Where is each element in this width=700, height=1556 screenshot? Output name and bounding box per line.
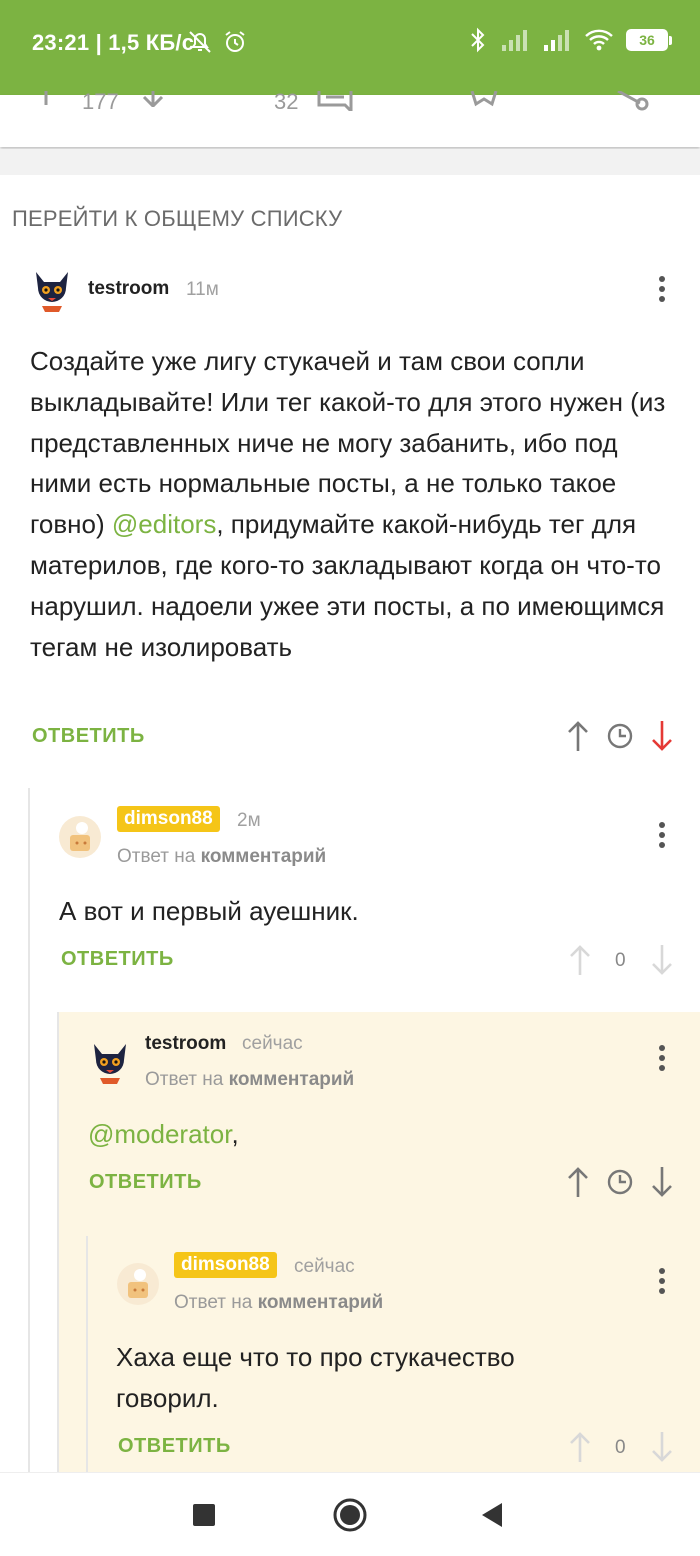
bell-off-icon: [189, 31, 211, 53]
upvote-icon[interactable]: [36, 91, 56, 105]
wifi-icon: [585, 29, 613, 51]
comment-text: Создайте уже лигу стукачей и там свои со…: [30, 346, 666, 662]
more-options-icon[interactable]: [658, 1268, 666, 1296]
comment-text: Хаха еще что то про стукачество говорил.: [116, 1342, 515, 1413]
comment-username[interactable]: testroom: [145, 1033, 226, 1055]
battery-icon: 36: [626, 29, 672, 51]
upvote-icon[interactable]: [568, 944, 592, 976]
comment-text: А вот и первый ауешник.: [59, 896, 359, 926]
share-icon[interactable]: [612, 91, 652, 111]
thread-line: [57, 1012, 59, 1472]
bluetooth-icon: [471, 27, 485, 53]
post-comments-count: 32: [274, 89, 299, 114]
reply-to: Ответ на комментарий: [145, 1069, 355, 1090]
comment-score: 0: [615, 950, 626, 971]
avatar[interactable]: [30, 268, 74, 312]
home-icon[interactable]: [332, 1497, 368, 1533]
downvote-icon[interactable]: [140, 91, 166, 107]
comment-time: 11м: [186, 279, 219, 300]
comment-score: 0: [615, 1437, 626, 1458]
upvote-icon[interactable]: [568, 1431, 592, 1463]
signal-icon-2: [544, 30, 569, 51]
comments-icon[interactable]: [316, 91, 356, 111]
battery-level: 36: [626, 29, 668, 51]
post-actions-bar: 177 32: [0, 89, 700, 147]
downvote-icon[interactable]: [650, 1431, 674, 1463]
reply-button[interactable]: ОТВЕТИТЬ: [32, 725, 145, 748]
reply-button[interactable]: ОТВЕТИТЬ: [118, 1435, 231, 1458]
comment-text: @moderator,: [88, 1119, 239, 1149]
reply-button[interactable]: ОТВЕТИТЬ: [89, 1171, 202, 1194]
signal-icon: [502, 30, 527, 51]
reply-button[interactable]: ОТВЕТИТЬ: [61, 948, 174, 971]
reply-to: Ответ на комментарий: [174, 1292, 384, 1313]
mention-link[interactable]: @moderator: [88, 1119, 231, 1149]
downvote-icon[interactable]: [650, 944, 674, 976]
more-options-icon[interactable]: [658, 276, 666, 304]
reply-target-link[interactable]: комментарий: [229, 1069, 355, 1090]
comment-username[interactable]: testroom: [88, 278, 169, 300]
more-options-icon[interactable]: [658, 1045, 666, 1073]
reply-target-link[interactable]: комментарий: [258, 1292, 384, 1313]
comment-time: сейчас: [294, 1256, 355, 1277]
alarm-icon: [225, 31, 245, 52]
upvote-icon[interactable]: [566, 1166, 590, 1198]
status-time: 23:21 | 1,5 КБ/с: [32, 30, 195, 55]
downvote-icon[interactable]: [650, 1166, 674, 1198]
back-icon[interactable]: [480, 1497, 504, 1533]
reply-target-link[interactable]: комментарий: [201, 846, 327, 867]
upvote-icon[interactable]: [566, 720, 590, 752]
post-rating: 177: [82, 89, 119, 114]
more-options-icon[interactable]: [658, 822, 666, 850]
recents-icon[interactable]: [192, 1497, 216, 1533]
avatar[interactable]: [116, 1262, 160, 1306]
comment-username[interactable]: dimson88: [174, 1252, 277, 1278]
avatar[interactable]: [58, 815, 102, 859]
comment-username[interactable]: dimson88: [117, 806, 220, 832]
mention-link[interactable]: @editors: [112, 509, 216, 539]
avatar[interactable]: [88, 1040, 132, 1084]
thread-line: [28, 788, 30, 1472]
separator: [0, 149, 700, 175]
go-to-list-link[interactable]: ПЕРЕЙТИ К ОБЩЕМУ СПИСКУ: [12, 206, 342, 232]
comment-time: 2м: [237, 810, 261, 831]
save-star-icon[interactable]: [468, 91, 500, 109]
thread-line: [86, 1236, 88, 1472]
downvote-icon[interactable]: [650, 720, 674, 752]
clock-icon[interactable]: [607, 723, 633, 749]
clock-icon[interactable]: [607, 1169, 633, 1195]
system-nav-bar: [0, 1472, 700, 1556]
reply-to: Ответ на комментарий: [117, 846, 327, 867]
status-bar: 23:21 | 1,5 КБ/с 36: [0, 0, 700, 95]
comment-time: сейчас: [242, 1033, 303, 1054]
